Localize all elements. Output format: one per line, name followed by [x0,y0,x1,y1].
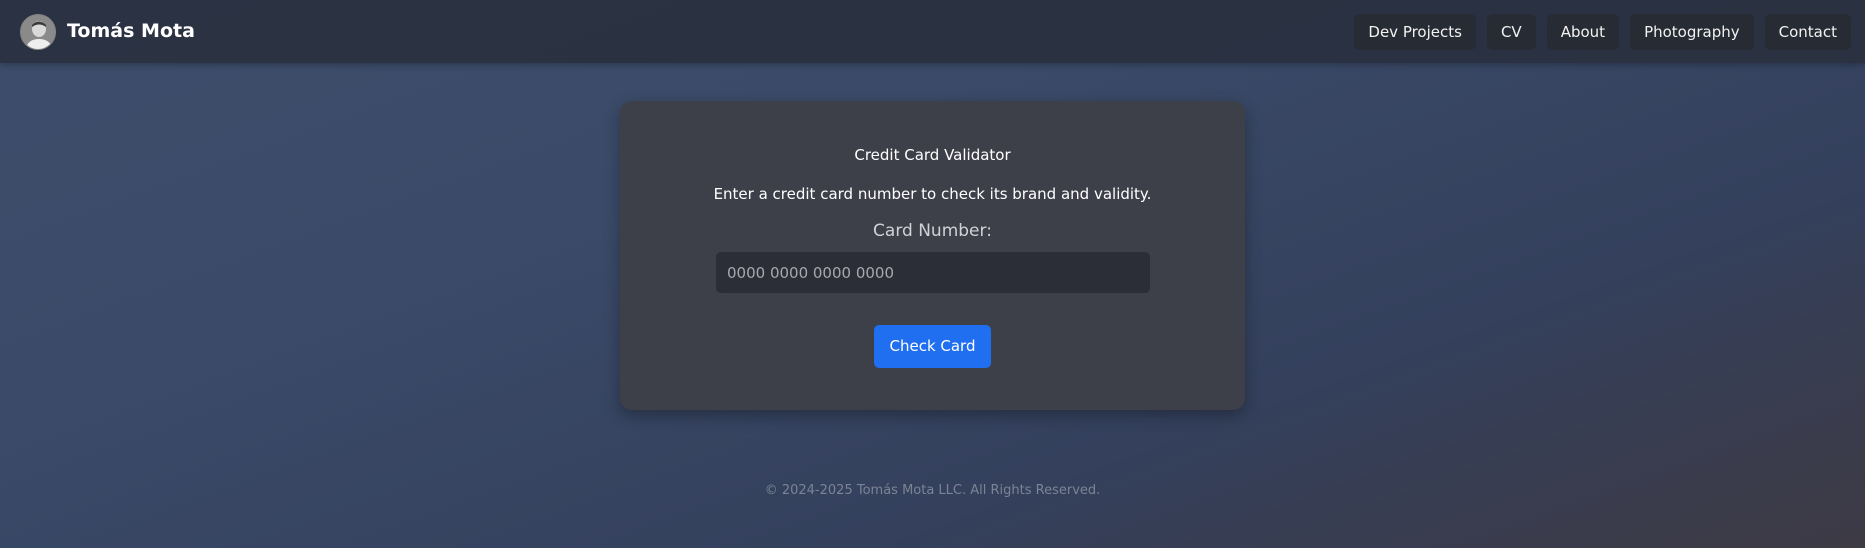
profile-avatar[interactable] [20,14,56,50]
validator-title: Credit Card Validator [854,146,1011,164]
nav-about-button[interactable]: About [1546,14,1620,50]
nav-dev-projects-button[interactable]: Dev Projects [1354,14,1476,50]
footer-copyright: © 2024-2025 Tomás Mota LLC. All Rights R… [764,483,1101,498]
avatar-portrait-icon [21,15,55,49]
validator-description: Enter a credit card number to check its … [713,185,1152,203]
nav-contact-button[interactable]: Contact [1764,14,1851,50]
nav-cv-button[interactable]: CV [1486,14,1536,50]
card-number-label: Card Number: [873,221,992,241]
check-card-button[interactable]: Check Card [874,325,991,368]
validator-card: Credit Card Validator Enter a credit car… [620,101,1245,410]
nav-photography-button[interactable]: Photography [1630,14,1754,50]
main-nav: Dev Projects CV About Photography Contac… [1354,14,1851,50]
card-number-input[interactable] [716,252,1150,293]
top-navbar: Tomás Mota Dev Projects CV About Photogr… [0,0,1865,63]
brand-name[interactable]: Tomás Mota [67,20,195,42]
